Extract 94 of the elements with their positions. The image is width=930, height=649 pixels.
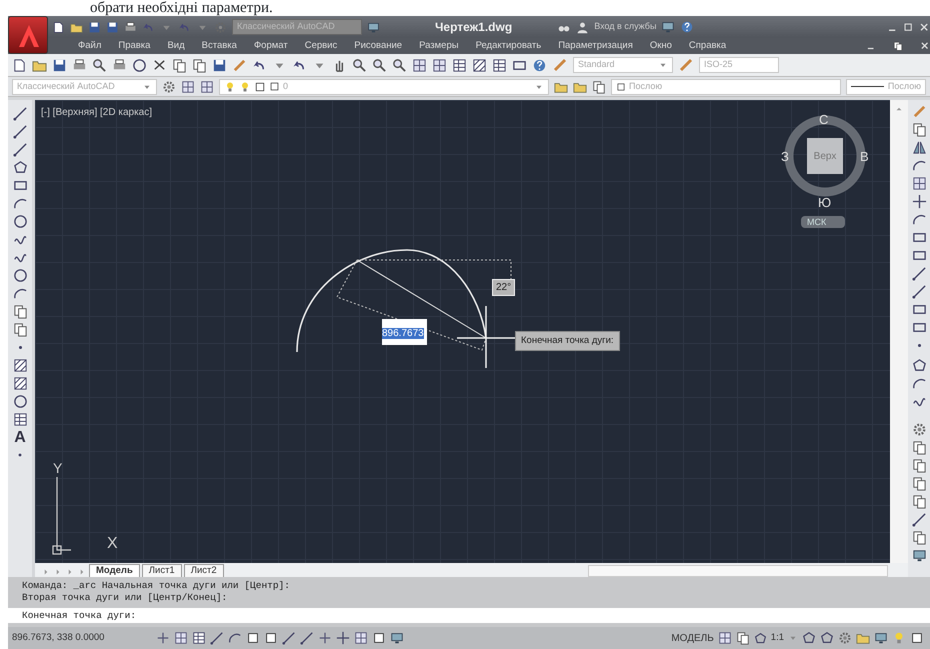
layout-tab[interactable]: Модель bbox=[89, 564, 140, 577]
color-swatch-icon[interactable] bbox=[269, 81, 280, 92]
copy-object-icon[interactable] bbox=[912, 122, 926, 137]
help-icon[interactable] bbox=[532, 58, 547, 72]
copy-icon[interactable] bbox=[172, 58, 187, 72]
application-menu-button[interactable] bbox=[8, 16, 48, 54]
array-icon[interactable] bbox=[912, 176, 926, 191]
close-icon[interactable] bbox=[920, 41, 930, 51]
zoom-previous-icon[interactable] bbox=[392, 58, 407, 72]
menu-item[interactable]: Сервис bbox=[304, 38, 338, 54]
menu-item[interactable]: Формат bbox=[254, 38, 288, 54]
menu-item[interactable]: Вид bbox=[167, 38, 185, 54]
new-file-icon[interactable] bbox=[12, 58, 27, 72]
ucs-y-label: Y bbox=[53, 459, 62, 478]
gradient-icon[interactable] bbox=[12, 376, 28, 391]
table-icon[interactable] bbox=[12, 412, 28, 427]
menu-item[interactable]: Параметризация bbox=[558, 38, 633, 54]
menu-item[interactable]: Окно bbox=[650, 38, 672, 54]
ellipse-arc-icon[interactable] bbox=[12, 286, 28, 301]
monitor-icon[interactable] bbox=[367, 20, 380, 34]
paste-icon[interactable] bbox=[192, 58, 207, 72]
make-block-icon[interactable] bbox=[12, 322, 28, 337]
save-as-icon[interactable] bbox=[106, 20, 119, 34]
zoom-window-icon[interactable] bbox=[372, 58, 387, 72]
help-icon[interactable] bbox=[680, 20, 694, 34]
layer-match-icon[interactable] bbox=[592, 80, 606, 94]
menu-item[interactable]: Размеры bbox=[419, 38, 459, 54]
insert-block-icon[interactable] bbox=[12, 304, 28, 319]
polygon-icon[interactable] bbox=[12, 160, 28, 175]
command-input-field[interactable]: Конечная точка дуги: bbox=[8, 608, 930, 623]
print-icon[interactable] bbox=[124, 20, 137, 34]
rectangle-icon[interactable] bbox=[12, 178, 28, 193]
print-preview-icon[interactable] bbox=[92, 58, 107, 72]
polyline-icon[interactable] bbox=[12, 142, 28, 157]
new-file-icon[interactable] bbox=[52, 20, 65, 34]
menu-item[interactable]: Редактировать bbox=[476, 38, 542, 54]
plot-icon[interactable] bbox=[112, 58, 127, 72]
zoom-icon[interactable] bbox=[352, 58, 367, 72]
bulb-icon[interactable] bbox=[224, 80, 236, 92]
arc-icon[interactable] bbox=[12, 196, 28, 211]
fillet-icon[interactable] bbox=[912, 376, 926, 391]
sign-in-link[interactable]: Вход в службы bbox=[594, 20, 656, 34]
vertical-scrollbar[interactable] bbox=[890, 100, 908, 563]
workspace-settings-icon[interactable] bbox=[162, 80, 176, 94]
color-swatch-icon[interactable] bbox=[616, 82, 626, 92]
angle-readout: 22° bbox=[492, 279, 516, 296]
save-icon[interactable] bbox=[52, 58, 67, 72]
annotation-scale-button[interactable]: 1:1 bbox=[770, 630, 784, 646]
window-icon[interactable] bbox=[912, 548, 926, 563]
compass-north-label[interactable]: С bbox=[819, 113, 828, 126]
user-icon[interactable] bbox=[576, 20, 590, 34]
maximize-icon[interactable] bbox=[903, 22, 914, 32]
compass-south-label[interactable]: Ю bbox=[818, 196, 832, 209]
ucs-icon bbox=[52, 477, 71, 555]
save-icon[interactable] bbox=[88, 20, 101, 34]
restore-icon[interactable] bbox=[893, 41, 903, 51]
viewport-label[interactable]: [-] [Верхняя] [2D каркас] bbox=[41, 105, 152, 120]
mirror-icon[interactable] bbox=[912, 140, 926, 155]
compass-east-label[interactable]: В bbox=[860, 150, 869, 163]
dimension-input-field[interactable]: 896.7673 bbox=[382, 319, 427, 345]
coordinates-readout: 896.7673, 338 0.0000 bbox=[12, 630, 106, 645]
close-icon[interactable] bbox=[919, 22, 930, 32]
command-history-line: Вторая точка дуги или [Центр/Конец]: bbox=[22, 592, 228, 604]
ellipse-icon[interactable] bbox=[12, 268, 28, 283]
drawing-area[interactable]: [-] [Верхняя] [2D каркас] С З Верх В Ю МСК 22° 896.7673 Конечная точка дуги: Y X bbox=[35, 100, 890, 563]
layer-manager-icon[interactable] bbox=[200, 80, 214, 94]
horizontal-scrollbar[interactable] bbox=[588, 565, 888, 577]
tooltip: Конечная точка дуги: bbox=[515, 331, 620, 352]
ucs-dropdown[interactable]: МСК bbox=[801, 216, 845, 228]
menu-item[interactable]: Правка bbox=[118, 38, 150, 54]
menu-item[interactable]: Рисование bbox=[354, 38, 402, 54]
window-title: Чертеж1.dwg bbox=[435, 19, 512, 36]
layout-tab[interactable]: Лист1 bbox=[142, 564, 182, 577]
crosshair-cursor bbox=[456, 305, 518, 369]
circle-icon[interactable] bbox=[12, 214, 28, 229]
compass-west-label[interactable]: З bbox=[781, 150, 789, 163]
model-space-button[interactable]: МОДЕЛЬ bbox=[671, 630, 714, 646]
layer-icon[interactable] bbox=[181, 80, 195, 94]
command-history-line: Команда: _arc Начальная точка дуги или [Центр]: bbox=[22, 580, 291, 592]
menu-item[interactable]: Вставка bbox=[202, 38, 237, 54]
menu-item[interactable]: Справка bbox=[688, 38, 726, 54]
text-tool-icon[interactable]: A bbox=[14, 430, 26, 445]
move-icon[interactable] bbox=[912, 194, 926, 209]
construction-line-icon[interactable] bbox=[12, 124, 28, 139]
document-text: обрати необхідні параметри. bbox=[89, 0, 274, 16]
layer-name: 0 bbox=[283, 80, 288, 93]
line-icon[interactable] bbox=[12, 106, 28, 121]
region-icon[interactable] bbox=[12, 394, 28, 409]
ucs-x-label: X bbox=[107, 536, 118, 552]
hatch-icon[interactable] bbox=[12, 358, 28, 373]
cut-icon[interactable] bbox=[152, 58, 167, 72]
layout-tab[interactable]: Лист2 bbox=[184, 564, 224, 577]
menu-item[interactable]: Файл bbox=[78, 38, 102, 54]
print-icon[interactable] bbox=[72, 58, 87, 72]
